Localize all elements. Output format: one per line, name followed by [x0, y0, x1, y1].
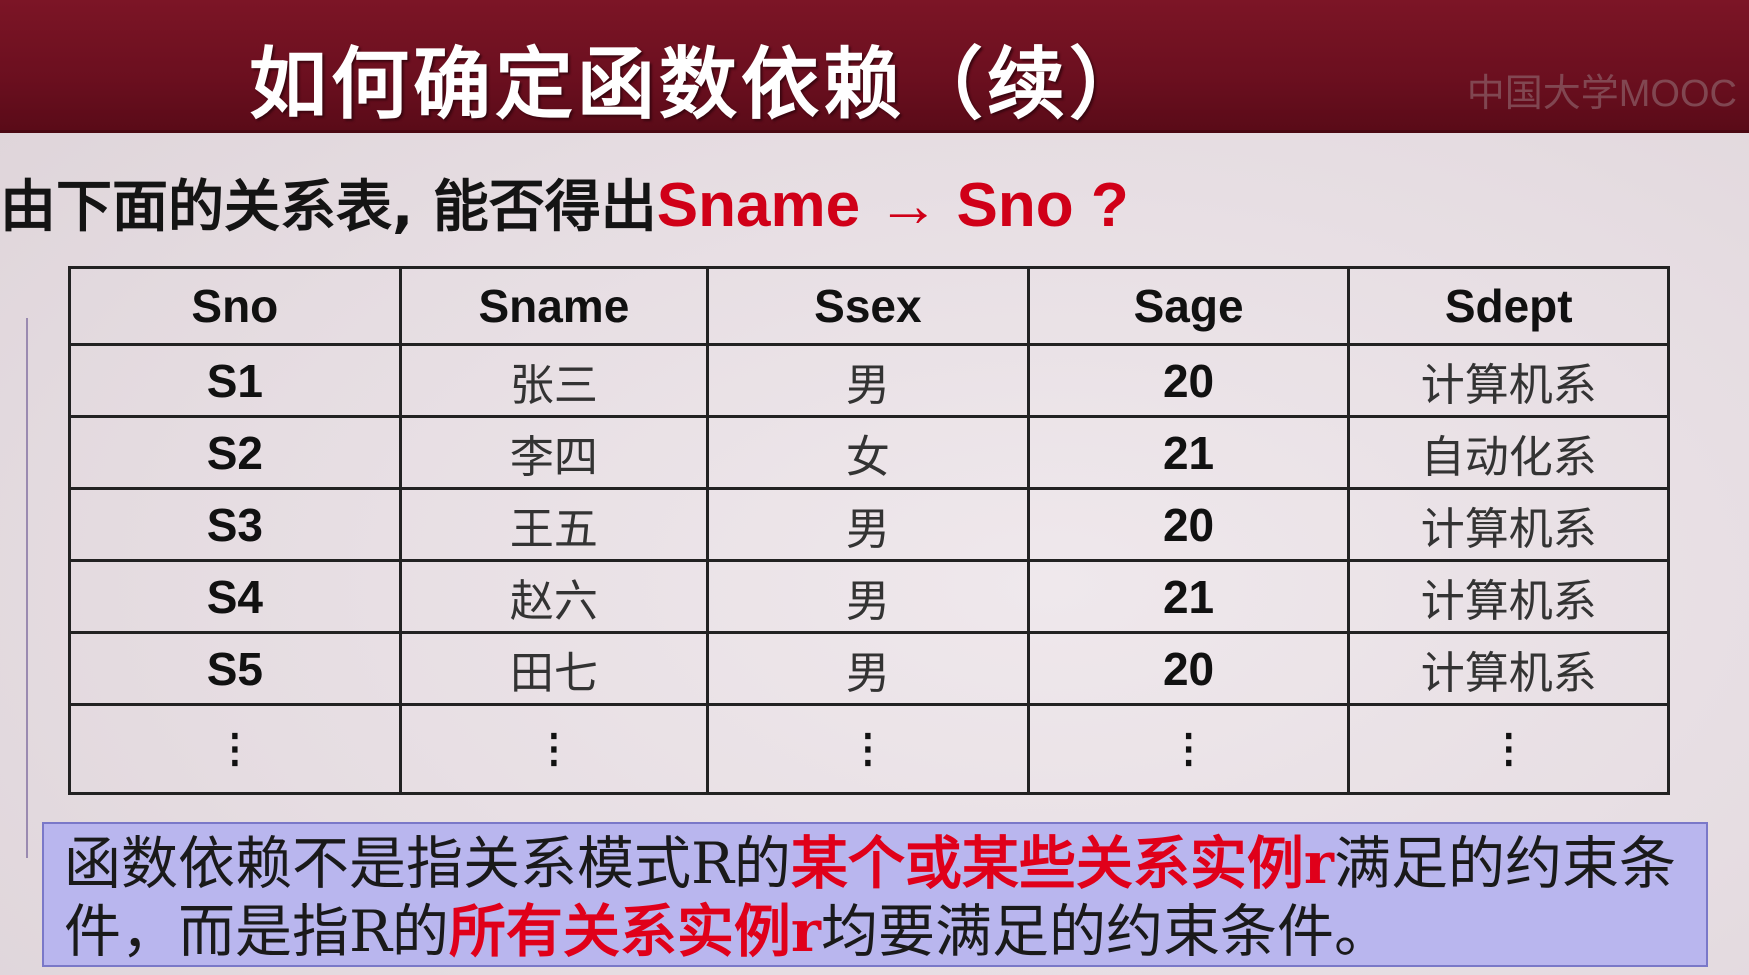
- question-text: 由下面的关系表, 能否得出Sname → Sno ?: [0, 162, 1129, 242]
- cell-sno: S3: [68, 487, 402, 562]
- note-text-3: 均要满足的约束条件。: [820, 899, 1391, 965]
- cell-sdept: 计算机系: [1347, 631, 1670, 706]
- question-highlight: Sname → Sno ?: [656, 171, 1129, 240]
- mooc-logo: 中国大学MOOC: [1466, 73, 1737, 115]
- header-sname: Sname: [398, 266, 710, 346]
- table-row: S1 张三 男 20 计算机系: [68, 343, 1670, 418]
- header-sdept: Sdept: [1347, 266, 1670, 346]
- cell-sage: 20: [1026, 343, 1351, 418]
- cell-sno: S1: [68, 343, 402, 418]
- ellipsis-cell: ⋮: [706, 703, 1030, 795]
- header-sage: Sage: [1026, 266, 1351, 346]
- table-row: S3 王五 男 20 计算机系: [68, 487, 1670, 562]
- table-row: S5 田七 男 20 计算机系: [68, 631, 1670, 706]
- cell-sno: S2: [68, 415, 402, 490]
- ellipsis-cell: ⋮: [68, 703, 402, 795]
- cell-sname: 田七: [398, 631, 710, 706]
- cell-sage: 20: [1026, 487, 1351, 562]
- cell-ssex: 女: [706, 415, 1030, 490]
- cell-sname: 张三: [398, 343, 710, 418]
- cell-sname: 王五: [398, 487, 710, 562]
- ellipsis-cell: ⋮: [1026, 703, 1351, 795]
- relation-table: Sno Sname Ssex Sage Sdept S1 张三 男 20 计算机…: [68, 266, 1670, 795]
- cell-sdept: 计算机系: [1347, 487, 1670, 562]
- cell-sdept: 计算机系: [1347, 559, 1670, 634]
- cell-sdept: 计算机系: [1347, 343, 1670, 418]
- cell-ssex: 男: [706, 487, 1030, 562]
- header-sno: Sno: [68, 266, 402, 346]
- note-box: 函数依赖不是指关系模式R的某个或某些关系实例r满足的约束条件，而是指R的所有关系…: [42, 822, 1708, 967]
- ellipsis-cell: ⋮: [1347, 703, 1670, 795]
- table-header-row: Sno Sname Ssex Sage Sdept: [68, 266, 1670, 346]
- cell-ssex: 男: [706, 631, 1030, 706]
- header-ssex: Ssex: [706, 266, 1030, 346]
- cell-ssex: 男: [706, 343, 1030, 418]
- left-divider: [26, 318, 28, 858]
- cell-sno: S4: [68, 559, 402, 634]
- note-text-1: 函数依赖不是指关系模式R的: [64, 831, 791, 897]
- slide: 如何确定函数依赖（续） 中国大学MOOC 由下面的关系表, 能否得出Sname …: [0, 0, 1749, 975]
- cell-ssex: 男: [706, 559, 1030, 634]
- cell-sage: 21: [1026, 559, 1351, 634]
- question-prefix: 由下面的关系表, 能否得出: [0, 175, 657, 240]
- slide-title: 如何确定函数依赖（续）: [248, 40, 1151, 130]
- ellipsis-cell: ⋮: [398, 703, 710, 795]
- note-highlight-2: 所有关系实例r: [448, 898, 821, 965]
- cell-sdept: 自动化系: [1347, 415, 1670, 490]
- ellipsis-row: ⋮ ⋮ ⋮ ⋮ ⋮: [68, 703, 1670, 795]
- table-row: S2 李四 女 21 自动化系: [68, 415, 1670, 490]
- cell-sname: 赵六: [398, 559, 710, 634]
- cell-sage: 20: [1026, 631, 1351, 706]
- cell-sage: 21: [1026, 415, 1351, 490]
- note-highlight-1: 某个或某些关系实例r: [790, 830, 1334, 897]
- title-bar: 如何确定函数依赖（续） 中国大学MOOC: [0, 0, 1749, 133]
- cell-sno: S5: [68, 631, 402, 706]
- table-row: S4 赵六 男 21 计算机系: [68, 559, 1670, 634]
- cell-sname: 李四: [398, 415, 710, 490]
